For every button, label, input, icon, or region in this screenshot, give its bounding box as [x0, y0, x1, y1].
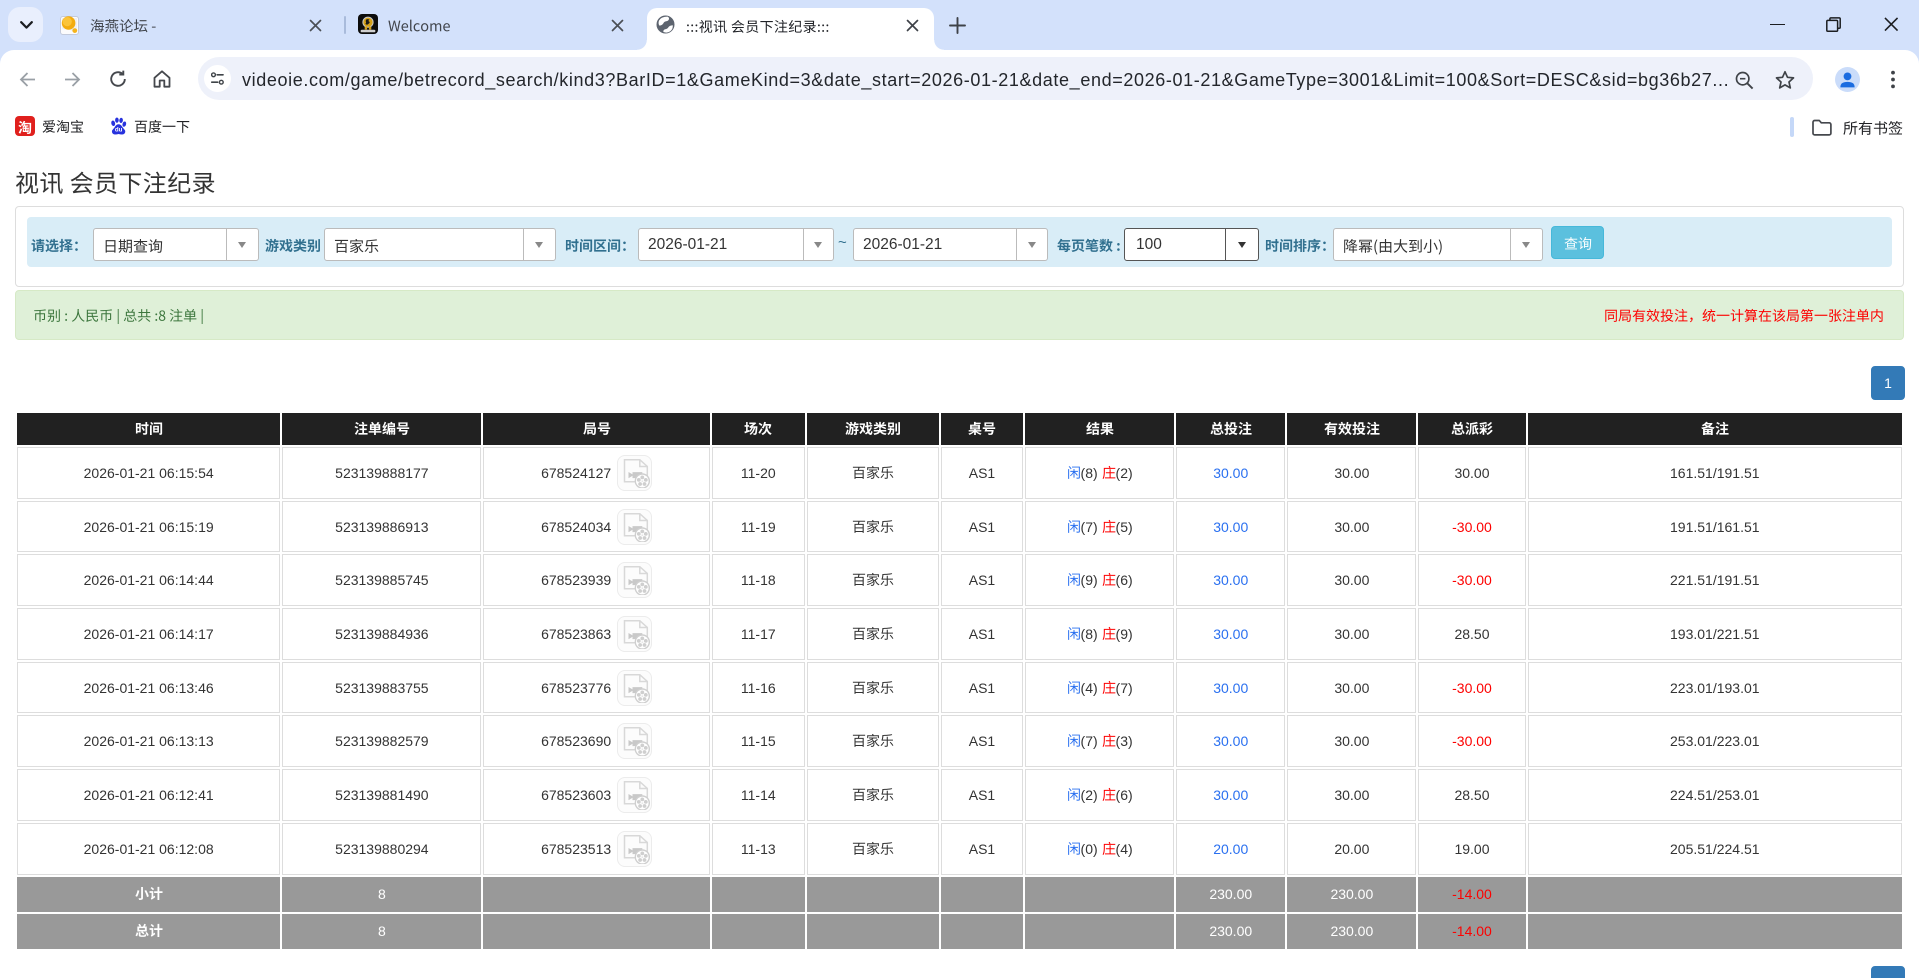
svg-text:du: du — [115, 126, 123, 133]
